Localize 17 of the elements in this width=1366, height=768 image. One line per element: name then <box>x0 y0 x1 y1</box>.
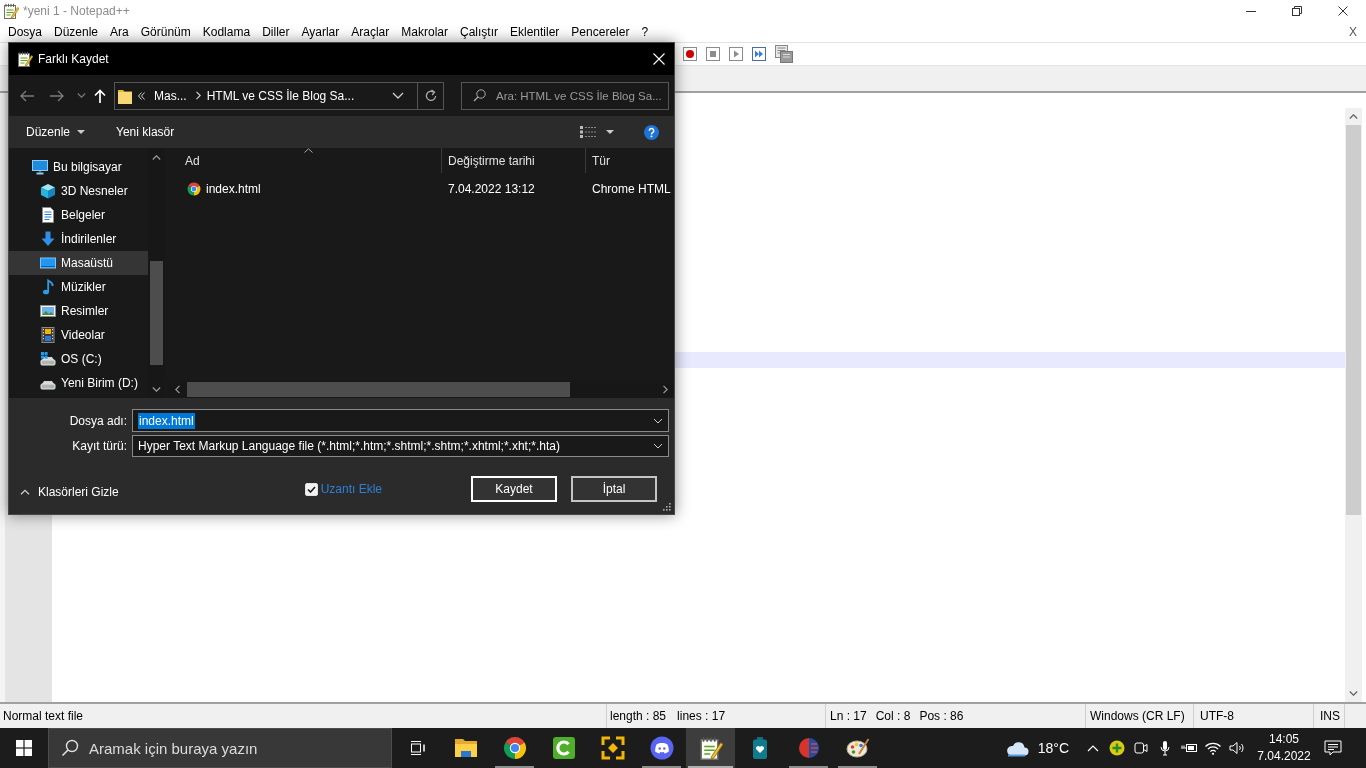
dialog-title: Farklı Kaydet <box>38 52 109 66</box>
status-text: INS <box>1320 709 1340 723</box>
field-label: Kayıt türü: <box>71 439 128 453</box>
status-text: Ln : 17 <box>830 709 867 723</box>
table-cell: 7.04.2022 13:12 <box>448 182 535 196</box>
field-label: Dosya adı: <box>68 413 128 428</box>
table-cell: Chrome HTML <box>592 182 671 196</box>
status-text: Pos : 86 <box>919 709 964 723</box>
field-value: index.html <box>138 412 195 429</box>
status-text: Windows (CR LF) <box>1090 709 1185 723</box>
status-text: UTF-8 <box>1200 709 1234 723</box>
file-name: index.html <box>206 182 261 196</box>
status-text: Normal text file <box>3 709 84 723</box>
status-text: Col : 8 <box>875 709 911 723</box>
status-text: length : 85 <box>610 709 667 723</box>
status-text: lines : 17 <box>677 709 726 723</box>
window-title: *yeni 1 - Notepad++ <box>23 4 130 18</box>
